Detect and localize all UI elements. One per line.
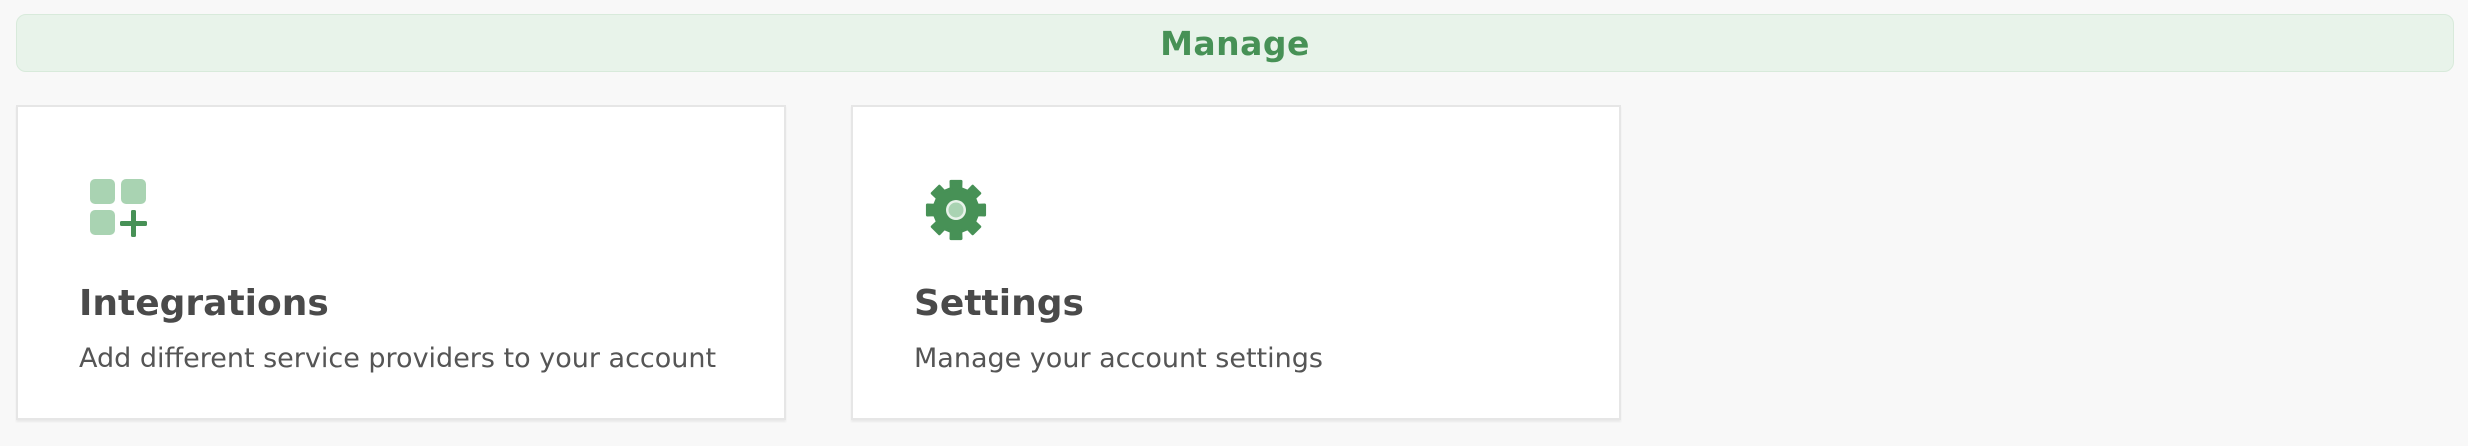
integrations-title: Integrations	[79, 283, 329, 324]
settings-title: Settings	[914, 283, 1084, 324]
settings-card[interactable]: Settings Manage your account settings	[851, 105, 1621, 420]
settings-description: Manage your account settings	[914, 343, 1323, 374]
section-title: Manage	[1160, 23, 1310, 63]
gear-icon	[924, 178, 988, 242]
integrations-add-icon	[89, 178, 153, 242]
section-header: Manage	[16, 14, 2454, 72]
integrations-description: Add different service providers to your …	[79, 343, 717, 374]
integrations-card[interactable]: Integrations Add different service provi…	[16, 105, 786, 420]
